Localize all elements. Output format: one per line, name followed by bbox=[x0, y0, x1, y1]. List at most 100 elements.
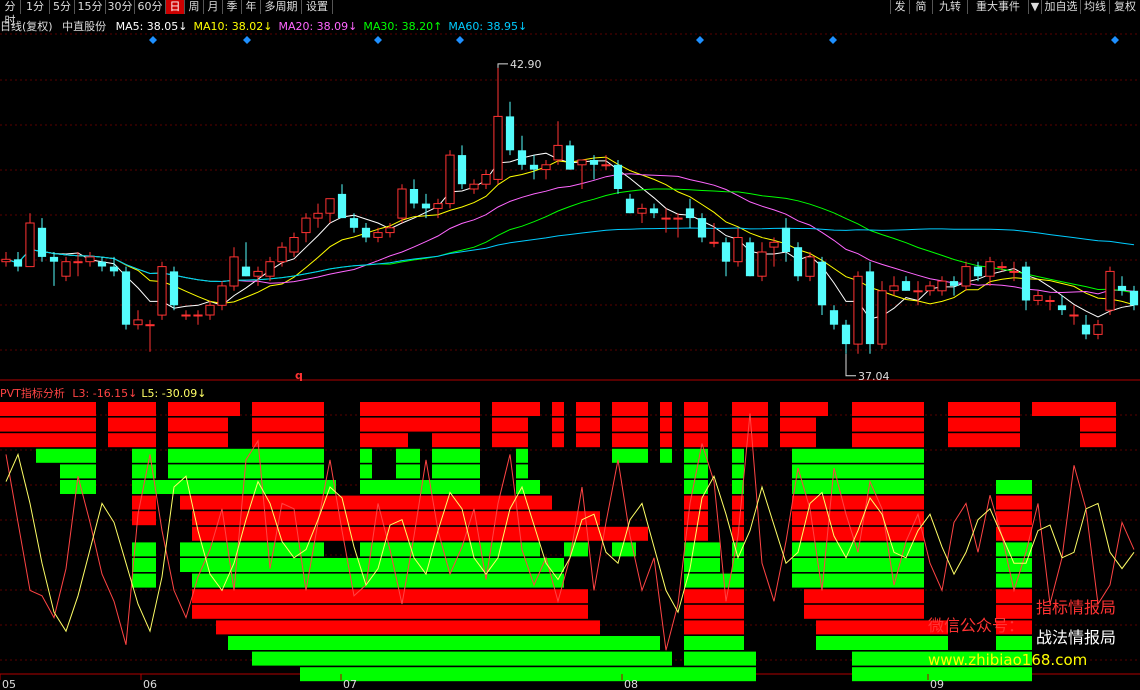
event-diamond-0 bbox=[149, 36, 157, 44]
pvt-bar-14-1 bbox=[684, 620, 744, 635]
pvt-bar-10-3 bbox=[360, 558, 492, 572]
ma-legend-3: MA30: 38.20↑ bbox=[363, 20, 443, 33]
candle-75 bbox=[901, 276, 911, 291]
candle-body-47 bbox=[565, 145, 575, 170]
candle-body-83 bbox=[997, 266, 1007, 269]
candle-body-50 bbox=[601, 164, 611, 167]
candle-body-77 bbox=[925, 285, 935, 292]
candle-body-33 bbox=[397, 188, 407, 219]
candle-body-25 bbox=[301, 217, 311, 234]
candle-52 bbox=[625, 193, 635, 214]
watermark-1: 微信公众号： bbox=[928, 616, 1025, 635]
pvt-bar-0-14 bbox=[684, 402, 708, 416]
candle-body-24 bbox=[289, 237, 299, 253]
low-pointer bbox=[845, 353, 856, 377]
pvt-bar-5-4 bbox=[684, 480, 708, 494]
event-diamond-3 bbox=[456, 36, 464, 44]
pvt-legend-0: L3: -16.15↓ bbox=[72, 387, 138, 400]
pvt-bar-0-2 bbox=[168, 402, 228, 416]
candle-body-72 bbox=[865, 271, 875, 345]
pvt-bar-10-0 bbox=[132, 558, 156, 572]
candle-body-69 bbox=[829, 310, 839, 325]
candle-body-64 bbox=[769, 241, 779, 248]
pvt-bar-4-10 bbox=[792, 464, 924, 479]
candle-5 bbox=[61, 256, 71, 282]
pvt-bar-0-22 bbox=[948, 402, 1008, 416]
pvt-bar-2-6 bbox=[492, 433, 528, 448]
candle-body-10 bbox=[121, 271, 131, 325]
pvt-bar-8-1 bbox=[396, 526, 552, 541]
candle-13 bbox=[157, 261, 167, 320]
candle-body-31 bbox=[373, 232, 383, 238]
pvt-bar-3-5 bbox=[396, 448, 420, 463]
pvt-bar-0-7 bbox=[432, 402, 480, 416]
pvt-bar-2-8 bbox=[576, 433, 600, 448]
sub-legend: PVT指标分析 L3: -16.15↓ L5: -30.09↓ bbox=[0, 385, 206, 401]
candle-body-89 bbox=[1069, 314, 1079, 317]
candle-62 bbox=[745, 237, 755, 277]
pvt-bar-2-14 bbox=[780, 433, 816, 448]
candle-64 bbox=[769, 237, 779, 267]
pvt-bar-0-19 bbox=[852, 402, 888, 416]
candle-72 bbox=[865, 261, 875, 354]
candle-19 bbox=[229, 247, 239, 291]
pvt-bar-5-7 bbox=[996, 480, 1032, 494]
candle-body-17 bbox=[205, 304, 215, 316]
candle-body-65 bbox=[781, 227, 791, 252]
candle-body-84 bbox=[1009, 270, 1019, 273]
pvt-bar-5-1 bbox=[132, 480, 336, 494]
candle-22 bbox=[265, 256, 275, 282]
pvt-bar-0-1 bbox=[108, 402, 156, 416]
candle-89 bbox=[1069, 305, 1079, 325]
candle-body-16 bbox=[193, 314, 203, 317]
pvt-legend-1: L5: -30.09↓ bbox=[141, 387, 207, 400]
candle-body-27 bbox=[325, 198, 335, 214]
pvt-bar-1-19 bbox=[948, 417, 1008, 432]
pvt-bar-0-21 bbox=[900, 402, 924, 416]
pvt-bar-0-18 bbox=[816, 402, 828, 416]
axis-label-3: 08 bbox=[624, 678, 638, 690]
pvt-bar-3-0 bbox=[36, 448, 96, 463]
pvt-bar-0-10 bbox=[552, 402, 564, 416]
candle-92 bbox=[1105, 266, 1115, 315]
candle-body-52 bbox=[625, 198, 635, 214]
pvt-bar-1-12 bbox=[684, 417, 708, 432]
candle-body-11 bbox=[133, 319, 143, 326]
pvt-bar-9-1 bbox=[180, 542, 252, 557]
pvt-bar-3-11 bbox=[732, 448, 744, 463]
pvt-bar-7-7 bbox=[996, 511, 1032, 526]
candle-body-4 bbox=[49, 256, 59, 262]
candle-28 bbox=[337, 184, 347, 219]
pvt-bar-4-9 bbox=[732, 464, 744, 479]
candle-8 bbox=[97, 256, 107, 272]
watermark-3: www.zhibiao168.com bbox=[928, 651, 1088, 669]
candle-body-5 bbox=[61, 261, 71, 277]
candle-94 bbox=[1129, 285, 1139, 311]
candle-37 bbox=[445, 150, 455, 209]
pvt-bar-10-1 bbox=[180, 558, 252, 572]
pvt-bar-4-5 bbox=[396, 464, 420, 479]
pvt-bar-1-3 bbox=[252, 417, 324, 432]
candle-59 bbox=[709, 223, 719, 248]
candle-body-1 bbox=[13, 259, 23, 267]
candle-body-55 bbox=[661, 217, 671, 220]
pvt-bar-2-1 bbox=[108, 433, 156, 448]
candle-body-79 bbox=[949, 281, 959, 286]
candle-91 bbox=[1093, 319, 1103, 340]
pvt-bar-15-1 bbox=[684, 636, 744, 650]
candle-body-58 bbox=[697, 218, 707, 238]
pvt-bar-3-1 bbox=[132, 448, 156, 463]
pvt-bar-7-5 bbox=[732, 511, 744, 526]
pvt-bar-1-5 bbox=[396, 417, 432, 432]
candle-body-19 bbox=[229, 256, 239, 287]
pvt-bar-16-0 bbox=[252, 651, 672, 666]
pvt-bar-3-3 bbox=[252, 448, 324, 463]
pvt-bar-0-5 bbox=[360, 402, 396, 416]
pvt-bar-8-0 bbox=[192, 526, 396, 541]
q-marker: q bbox=[295, 369, 303, 382]
candle-body-22 bbox=[265, 261, 275, 277]
candle-body-43 bbox=[517, 150, 527, 165]
pvt-bar-14-0 bbox=[216, 620, 600, 635]
candle-body-48 bbox=[577, 159, 587, 166]
candle-body-18 bbox=[217, 285, 227, 306]
